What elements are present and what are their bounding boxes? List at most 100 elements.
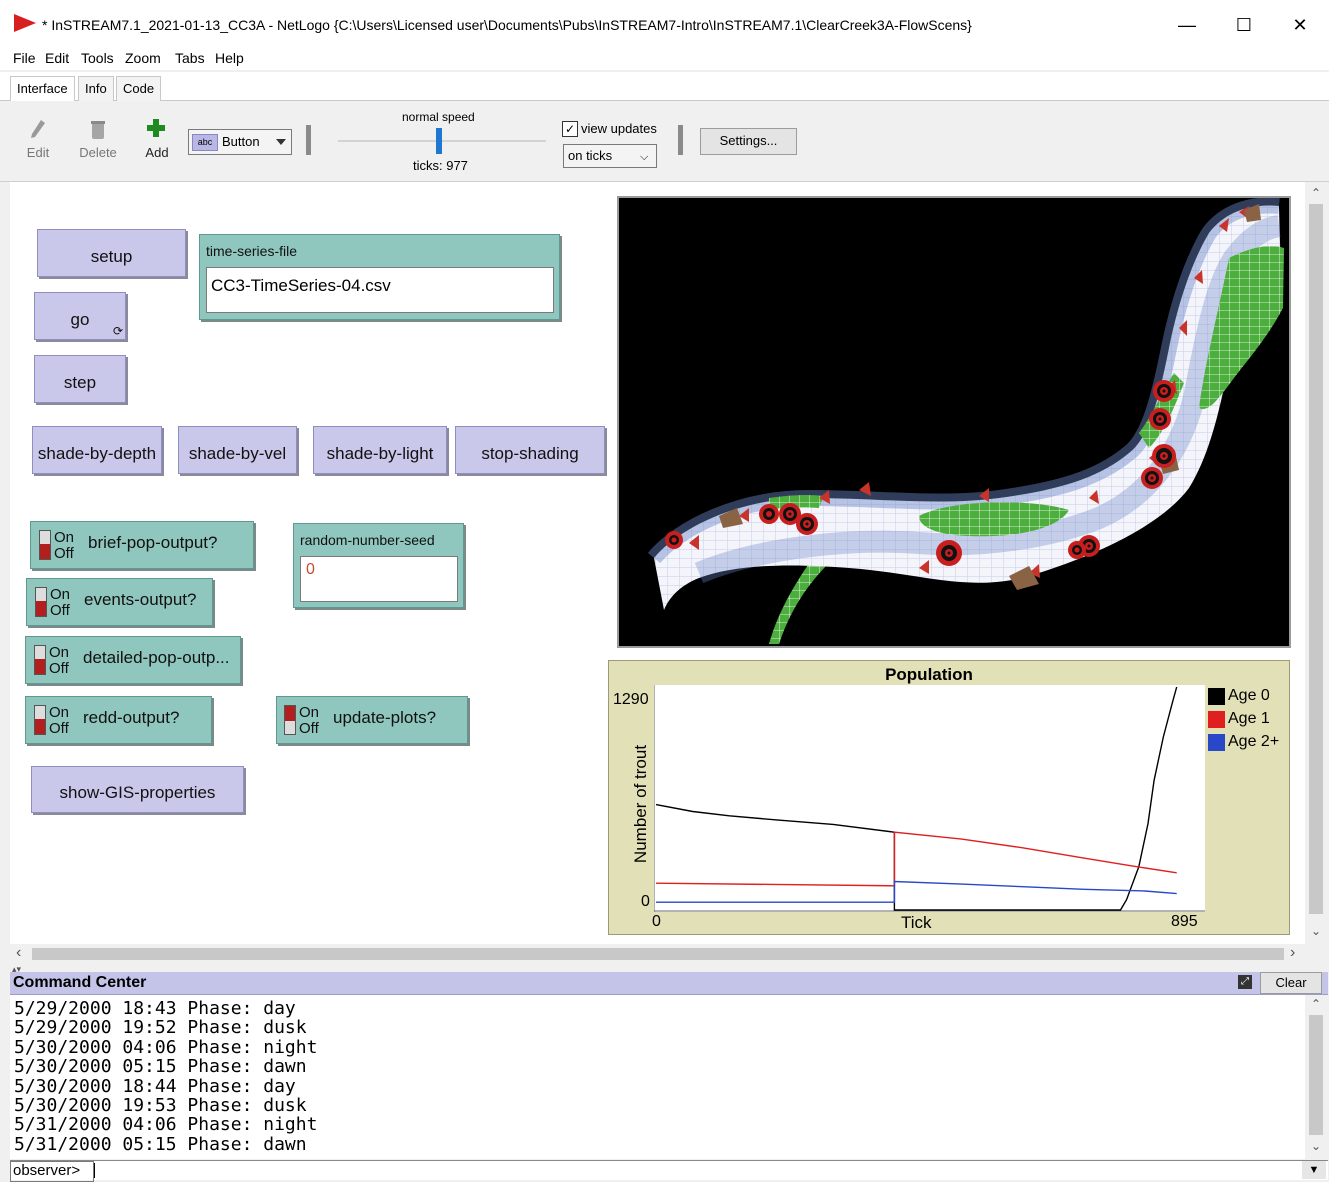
go-button[interactable]: go ⟳ <box>34 292 126 340</box>
events-output-switch[interactable]: On Off events-output? <box>26 578 213 626</box>
show-gis-properties-button[interactable]: show-GIS-properties <box>31 766 244 813</box>
expand-icon[interactable]: ⤢ <box>1238 975 1252 989</box>
close-button[interactable]: ✕ <box>1285 12 1315 38</box>
scroll-right-icon[interactable]: › <box>1290 944 1295 962</box>
shade-by-vel-button[interactable]: shade-by-vel <box>178 426 297 474</box>
legend-label: Age 2+ <box>1228 733 1280 750</box>
series-line-age-0 <box>655 686 1178 911</box>
command-output-scrollbar[interactable]: ⌃ ⌄ <box>1305 995 1327 1159</box>
toggle-handle[interactable] <box>34 645 46 675</box>
switch-label: detailed-pop-outp... <box>83 648 230 667</box>
edit-button[interactable]: Edit <box>16 145 60 160</box>
interface-vertical-scrollbar[interactable]: ⌃ ⌄ <box>1305 182 1327 944</box>
toggle-handle[interactable] <box>34 705 46 735</box>
command-center-title: Command Center <box>13 974 147 991</box>
shade-by-light-button[interactable]: shade-by-light <box>313 426 447 474</box>
tab-row: Interface Info Code <box>0 72 1329 101</box>
view-updates-checkbox[interactable]: ✓ <box>562 121 578 137</box>
toggle-handle[interactable] <box>35 587 47 617</box>
plus-icon <box>147 119 165 142</box>
y-min-label: 0 <box>641 893 650 910</box>
scroll-left-icon[interactable]: ‹ <box>16 944 21 962</box>
update-plots-switch[interactable]: On Off update-plots? <box>276 696 468 744</box>
command-center-output[interactable]: 5/29/2000 18:43 Phase: day 5/29/2000 19:… <box>10 995 1305 1159</box>
world-view[interactable] <box>617 196 1291 648</box>
maximize-button[interactable]: ☐ <box>1229 12 1259 38</box>
speed-slider-track[interactable] <box>338 140 546 142</box>
window-title: * InSTREAM7.1_2021-01-13_CC3A - NetLogo … <box>42 17 972 33</box>
interface-horizontal-scrollbar[interactable]: ‹ › <box>10 944 1305 964</box>
go-label: go <box>70 310 90 329</box>
output-line: 5/29/2000 18:43 Phase: day <box>14 998 296 1019</box>
legend-swatch <box>1208 688 1225 705</box>
output-line: 5/31/2000 04:06 Phase: night <box>14 1114 318 1136</box>
plot-legend: Age 0 Age 1 Age 2+ <box>1208 686 1288 755</box>
tab-interface[interactable]: Interface <box>10 76 75 101</box>
tab-info[interactable]: Info <box>78 76 114 101</box>
delete-button[interactable]: Delete <box>76 145 120 160</box>
chevron-down-icon: ⌵ <box>640 151 649 163</box>
menu-file[interactable]: File <box>13 50 36 66</box>
setup-button[interactable]: setup <box>37 229 186 277</box>
legend-item-age0: Age 0 <box>1208 686 1288 709</box>
scrollbar-thumb[interactable] <box>1309 204 1323 914</box>
forever-icon: ⟳ <box>112 324 123 338</box>
text-cursor <box>94 1163 95 1178</box>
pencil-icon <box>30 119 46 144</box>
minimize-button[interactable]: — <box>1172 12 1202 38</box>
scroll-up-icon[interactable]: ⌃ <box>1311 997 1321 1011</box>
random-number-seed-label: random-number-seed <box>300 532 435 548</box>
clear-button[interactable]: Clear <box>1260 972 1322 994</box>
menu-tools[interactable]: Tools <box>81 50 114 66</box>
time-series-file-input-widget: time-series-file CC3-TimeSeries-04.csv <box>199 234 560 320</box>
output-line: 5/30/2000 04:06 Phase: night <box>14 1036 318 1058</box>
tab-code[interactable]: Code <box>116 76 162 101</box>
detailed-pop-output-switch[interactable]: On Off detailed-pop-outp... <box>25 636 241 684</box>
update-mode-select[interactable]: on ticks ⌵ <box>563 144 657 168</box>
menu-zoom[interactable]: Zoom <box>125 50 161 66</box>
time-series-file-field[interactable]: CC3-TimeSeries-04.csv <box>206 267 554 313</box>
command-input[interactable] <box>94 1163 1299 1178</box>
toolbar-divider <box>306 125 311 155</box>
random-number-seed-value: 0 <box>306 561 315 578</box>
population-plot: Population 1290 0 0 895 Tick Number of t… <box>608 660 1290 935</box>
x-axis-label: Tick <box>901 913 932 932</box>
plot-title: Population <box>885 665 973 684</box>
menu-help[interactable]: Help <box>215 50 244 66</box>
shade-by-depth-button[interactable]: shade-by-depth <box>32 426 162 474</box>
widget-type-select[interactable]: abc Button <box>188 129 292 155</box>
history-dropdown-button[interactable]: ▼ <box>1302 1161 1326 1179</box>
netlogo-logo-icon <box>14 14 36 32</box>
scrollbar-thumb[interactable] <box>32 948 1284 960</box>
speed-slider-thumb[interactable] <box>436 128 442 154</box>
series-line-age-1 <box>655 831 1177 887</box>
y-max-label: 1290 <box>613 691 649 708</box>
button-widget-icon: abc <box>192 134 218 151</box>
menu-tabs[interactable]: Tabs <box>175 50 205 66</box>
trash-icon <box>91 120 105 145</box>
random-number-seed-field[interactable]: 0 <box>300 556 458 602</box>
view-updates-label: view updates <box>581 121 657 136</box>
toggle-handle[interactable] <box>39 530 51 560</box>
river-habitat-map <box>647 197 1284 644</box>
random-number-seed-widget: random-number-seed 0 <box>293 523 464 608</box>
y-axis-label: Number of trout <box>631 744 650 864</box>
stop-shading-button[interactable]: stop-shading <box>455 426 605 474</box>
scrollbar-thumb[interactable] <box>1309 1015 1323 1135</box>
redd-output-switch[interactable]: On Off redd-output? <box>25 696 212 744</box>
plot-area <box>653 685 1205 912</box>
scroll-up-icon[interactable]: ⌃ <box>1311 186 1321 200</box>
command-center-header: Command Center ⤢ Clear <box>10 972 1328 995</box>
output-line: 5/31/2000 05:15 Phase: dawn <box>14 1133 307 1155</box>
scroll-down-icon[interactable]: ⌄ <box>1311 1139 1321 1153</box>
menu-edit[interactable]: Edit <box>45 50 69 66</box>
toggle-handle[interactable] <box>284 705 296 735</box>
switch-off-label: Off <box>49 720 69 737</box>
settings-button[interactable]: Settings... <box>700 128 797 155</box>
step-button[interactable]: step <box>34 355 126 403</box>
legend-item-age2plus: Age 2+ <box>1208 732 1288 755</box>
switch-label: update-plots? <box>333 708 437 727</box>
brief-pop-output-switch[interactable]: On Off brief-pop-output? <box>30 521 254 569</box>
add-button[interactable]: Add <box>135 145 179 160</box>
scroll-down-icon[interactable]: ⌄ <box>1311 924 1321 938</box>
